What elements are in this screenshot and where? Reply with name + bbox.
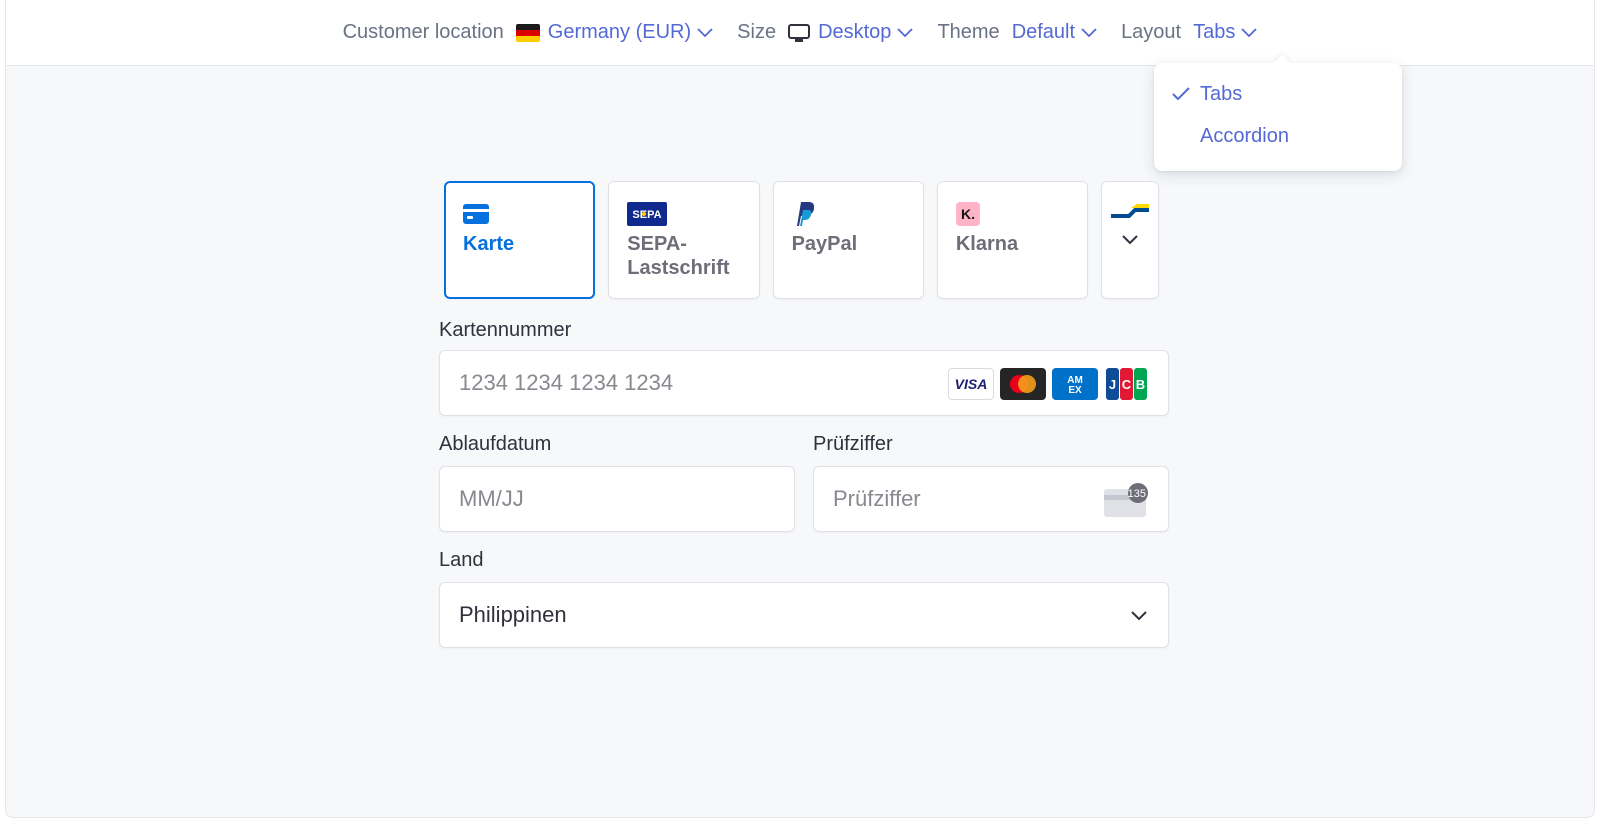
size-setting: Size Desktop xyxy=(737,21,914,44)
settings-toolbar: Customer location Germany (EUR) Size Des… xyxy=(6,0,1594,66)
svg-text:SEPA: SEPA xyxy=(633,209,662,221)
payment-method-tabs: Karte SEPA SEPA- Lastschrift PayPal K. K… xyxy=(444,181,1172,301)
tab-label: SEPA- Lastschrift xyxy=(627,233,730,279)
theme-value: Default xyxy=(1011,21,1076,43)
country-select[interactable]: Philippinen xyxy=(439,582,1169,648)
theme-dropdown[interactable]: Default xyxy=(1012,21,1097,44)
layout-option-label: Tabs xyxy=(1200,82,1243,105)
chevron-down-icon xyxy=(697,27,713,37)
chevron-down-icon xyxy=(897,27,914,37)
klarna-icon: K. xyxy=(955,202,980,226)
bancontact-icon xyxy=(1111,204,1150,218)
expiry-label: Ablaufdatum xyxy=(439,433,552,455)
chevron-down-icon xyxy=(1081,27,1097,37)
tab-label: PayPal xyxy=(791,233,858,255)
svg-text:C: C xyxy=(1122,377,1132,392)
svg-text:VISA: VISA xyxy=(955,376,988,392)
mastercard-icon xyxy=(1000,368,1046,400)
theme-setting: Theme Default xyxy=(937,21,1097,44)
expiry-placeholder: MM/JJ xyxy=(459,486,524,511)
tab-label: Karte xyxy=(463,233,515,255)
chevron-down-icon xyxy=(1241,27,1258,37)
layout-setting: Layout Tabs xyxy=(1121,21,1258,44)
check-icon xyxy=(1172,87,1190,101)
tab-label: Klarna xyxy=(955,233,1019,255)
card-number-input[interactable]: 1234 1234 1234 1234 VISA AM EX JCB xyxy=(439,350,1169,416)
layout-option-accordion[interactable]: Accordion xyxy=(1154,115,1402,157)
theme-label: Theme xyxy=(937,21,1000,43)
size-label: Size xyxy=(737,21,777,43)
jcb-icon: JCB xyxy=(1104,368,1150,400)
tab-klarna[interactable]: K. Klarna xyxy=(936,181,1089,299)
size-dropdown[interactable]: Desktop xyxy=(788,21,914,44)
layout-dropdown[interactable]: Tabs xyxy=(1193,21,1258,44)
paypal-icon xyxy=(796,202,814,226)
customer-location-setting: Customer location Germany (EUR) xyxy=(343,21,714,44)
cvc-placeholder: Prüfziffer xyxy=(833,486,921,511)
tab-sepa[interactable]: SEPA SEPA- Lastschrift xyxy=(608,181,760,299)
customer-location-dropdown[interactable]: Germany (EUR) xyxy=(515,21,713,44)
card-number-label: Kartennummer xyxy=(439,319,572,341)
checkout-preview-frame: Customer location Germany (EUR) Size Des… xyxy=(5,0,1595,818)
layout-label: Layout xyxy=(1121,21,1182,43)
country-value: Philippinen xyxy=(459,602,567,627)
customer-location-value: Germany (EUR) xyxy=(547,21,692,43)
expiry-input[interactable]: MM/JJ xyxy=(439,466,795,532)
layout-value: Tabs xyxy=(1193,21,1236,43)
more-payment-methods-button[interactable] xyxy=(1101,181,1159,299)
cvc-label: Prüfziffer xyxy=(813,433,893,455)
cvc-icon-digits: 135 xyxy=(1127,488,1146,500)
layout-option-tabs[interactable]: Tabs xyxy=(1154,73,1402,115)
germany-flag-icon xyxy=(515,23,540,42)
desktop-icon xyxy=(788,23,811,42)
svg-text:K.: K. xyxy=(961,206,975,222)
visa-icon: VISA xyxy=(948,368,994,400)
chevron-down-icon xyxy=(1122,235,1138,245)
country-label: Land xyxy=(439,549,484,571)
tab-card[interactable]: Karte xyxy=(444,181,596,299)
credit-card-icon xyxy=(463,204,489,224)
svg-text:B: B xyxy=(1136,377,1145,392)
layout-option-label: Accordion xyxy=(1200,124,1289,147)
card-number-placeholder: 1234 1234 1234 1234 xyxy=(459,370,674,395)
layout-dropdown-menu: Tabs Accordion xyxy=(1154,63,1402,171)
amex-icon: AM EX xyxy=(1052,368,1098,400)
size-value: Desktop xyxy=(818,21,892,43)
chevron-down-icon xyxy=(1131,611,1147,621)
tab-paypal[interactable]: PayPal xyxy=(772,181,924,299)
cvc-input[interactable]: Prüfziffer 135 xyxy=(813,466,1169,532)
svg-text:J: J xyxy=(1109,377,1116,392)
card-brand-icons: VISA AM EX JCB xyxy=(942,368,1150,400)
sepa-icon: SEPA xyxy=(627,202,668,226)
customer-location-label: Customer location xyxy=(342,21,504,43)
svg-text:EX: EX xyxy=(1068,385,1082,396)
